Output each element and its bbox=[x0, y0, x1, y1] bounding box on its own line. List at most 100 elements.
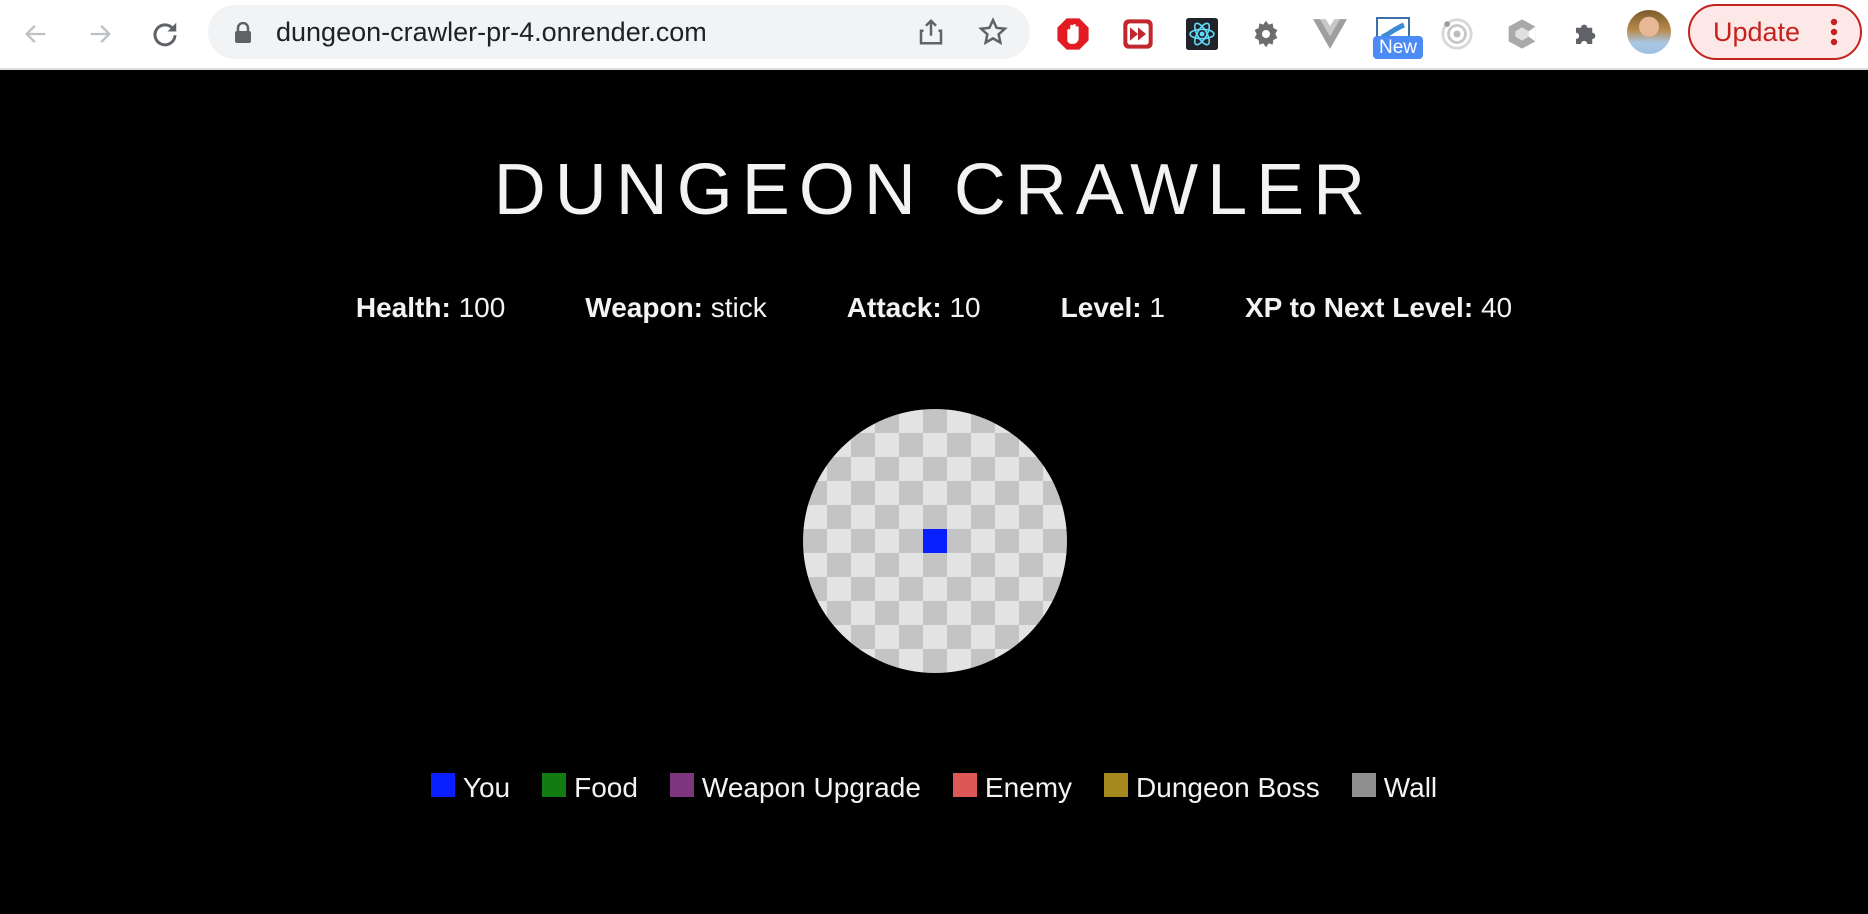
floor-tile bbox=[1043, 577, 1067, 601]
floor-tile bbox=[947, 625, 971, 649]
floor-tile bbox=[995, 457, 1019, 481]
floor-tile bbox=[827, 481, 851, 505]
floor-tile bbox=[899, 409, 923, 433]
legend-item-dungeon-boss: Dungeon Boss bbox=[1104, 770, 1320, 806]
vue-devtools-extension[interactable] bbox=[1310, 14, 1350, 54]
floor-tile bbox=[827, 529, 851, 553]
floor-tile bbox=[899, 433, 923, 457]
legend-label: Enemy bbox=[984, 772, 1073, 803]
floor-tile bbox=[947, 577, 971, 601]
bookmark-star-icon[interactable] bbox=[978, 17, 1008, 47]
floor-tile bbox=[803, 481, 827, 505]
legend-item-weapon-upgrade: Weapon Upgrade bbox=[669, 770, 921, 806]
back-button[interactable] bbox=[16, 14, 56, 54]
floor-tile bbox=[827, 457, 851, 481]
floor-tile bbox=[947, 409, 971, 433]
adblock-icon bbox=[1057, 18, 1089, 50]
floor-tile bbox=[971, 553, 995, 577]
react-devtools-icon bbox=[1186, 18, 1218, 50]
floor-tile bbox=[875, 505, 899, 529]
floor-tile bbox=[971, 649, 995, 673]
forward-button[interactable] bbox=[80, 14, 120, 54]
floor-tile bbox=[947, 649, 971, 673]
floor-tile bbox=[923, 433, 947, 457]
legend-swatch bbox=[952, 773, 977, 797]
floor-tile bbox=[899, 529, 923, 553]
update-button[interactable]: Update bbox=[1688, 4, 1862, 60]
floor-tile bbox=[803, 625, 827, 649]
floor-tile bbox=[995, 625, 1019, 649]
floor-tile bbox=[899, 601, 923, 625]
video-speed-extension[interactable] bbox=[1118, 14, 1158, 54]
floor-tile bbox=[1043, 553, 1067, 577]
floor-tile bbox=[851, 553, 875, 577]
dungeon-map-viewport[interactable] bbox=[803, 409, 1067, 673]
redux-devtools-extension[interactable] bbox=[1437, 14, 1477, 54]
floor-tile bbox=[803, 553, 827, 577]
floor-tile bbox=[1043, 433, 1067, 457]
floor-tile bbox=[1019, 505, 1043, 529]
floor-tile bbox=[1019, 433, 1043, 457]
video-speed-icon bbox=[1123, 19, 1153, 49]
floor-tile bbox=[875, 649, 899, 673]
stat-label: Attack: bbox=[846, 292, 942, 323]
more-options-icon[interactable] bbox=[1830, 18, 1838, 46]
floor-tile bbox=[947, 481, 971, 505]
player-tile bbox=[923, 529, 947, 553]
react-devtools-extension[interactable] bbox=[1182, 14, 1222, 54]
floor-tile bbox=[827, 577, 851, 601]
update-label: Update bbox=[1713, 17, 1801, 47]
stat-value: 40 bbox=[1480, 292, 1513, 323]
stat-label: XP to Next Level: bbox=[1244, 292, 1474, 323]
floor-tile bbox=[875, 553, 899, 577]
floor-tile bbox=[971, 457, 995, 481]
vue-devtools-icon bbox=[1313, 19, 1347, 49]
floor-tile bbox=[947, 529, 971, 553]
floor-tile bbox=[995, 505, 1019, 529]
floor-tile bbox=[995, 433, 1019, 457]
floor-tile bbox=[1019, 577, 1043, 601]
stat-label: Weapon: bbox=[585, 292, 703, 323]
legend-item-food: Food bbox=[542, 770, 638, 806]
floor-tile bbox=[971, 433, 995, 457]
reload-button[interactable] bbox=[145, 14, 185, 54]
browser-toolbar: dungeon-crawler-pr-4.onrender.com New Up… bbox=[0, 0, 1868, 70]
legend-label: Wall bbox=[1383, 772, 1438, 803]
legend-swatch bbox=[1351, 773, 1376, 797]
legend-label: Dungeon Boss bbox=[1136, 772, 1320, 803]
gear-extension[interactable] bbox=[1246, 14, 1286, 54]
stat-value: 1 bbox=[1149, 292, 1165, 323]
floor-tile bbox=[803, 649, 827, 673]
floor-tile bbox=[995, 409, 1019, 433]
floor-tile bbox=[995, 577, 1019, 601]
arrow-right-icon bbox=[90, 25, 111, 43]
stat-health: Health: 100 bbox=[356, 290, 505, 326]
floor-tile bbox=[851, 577, 875, 601]
floor-tile bbox=[1019, 529, 1043, 553]
cube-extension[interactable] bbox=[1502, 14, 1542, 54]
share-icon[interactable] bbox=[916, 17, 946, 47]
reload-icon bbox=[153, 22, 177, 47]
floor-tile bbox=[803, 433, 827, 457]
profile-avatar[interactable] bbox=[1627, 10, 1671, 54]
floor-tile bbox=[923, 409, 947, 433]
url-text[interactable]: dungeon-crawler-pr-4.onrender.com bbox=[276, 5, 707, 59]
address-bar[interactable]: dungeon-crawler-pr-4.onrender.com bbox=[208, 5, 1030, 59]
map-legend: You Food Weapon Upgrade Enemy Dungeon Bo… bbox=[0, 770, 1868, 806]
floor-tile bbox=[971, 601, 995, 625]
floor-tile bbox=[947, 553, 971, 577]
game-title: DUNGEON CRAWLER bbox=[493, 150, 1375, 230]
extensions-menu-button[interactable] bbox=[1566, 14, 1606, 54]
floor-tile bbox=[875, 409, 899, 433]
dungeon-map bbox=[803, 409, 1067, 673]
floor-tile bbox=[923, 553, 947, 577]
adblock-extension[interactable] bbox=[1053, 14, 1093, 54]
floor-tile bbox=[851, 433, 875, 457]
floor-tile bbox=[971, 625, 995, 649]
floor-tile bbox=[803, 601, 827, 625]
floor-tile bbox=[995, 481, 1019, 505]
floor-tile bbox=[923, 457, 947, 481]
floor-tile bbox=[995, 529, 1019, 553]
floor-tile bbox=[851, 481, 875, 505]
floor-tile bbox=[1043, 625, 1067, 649]
